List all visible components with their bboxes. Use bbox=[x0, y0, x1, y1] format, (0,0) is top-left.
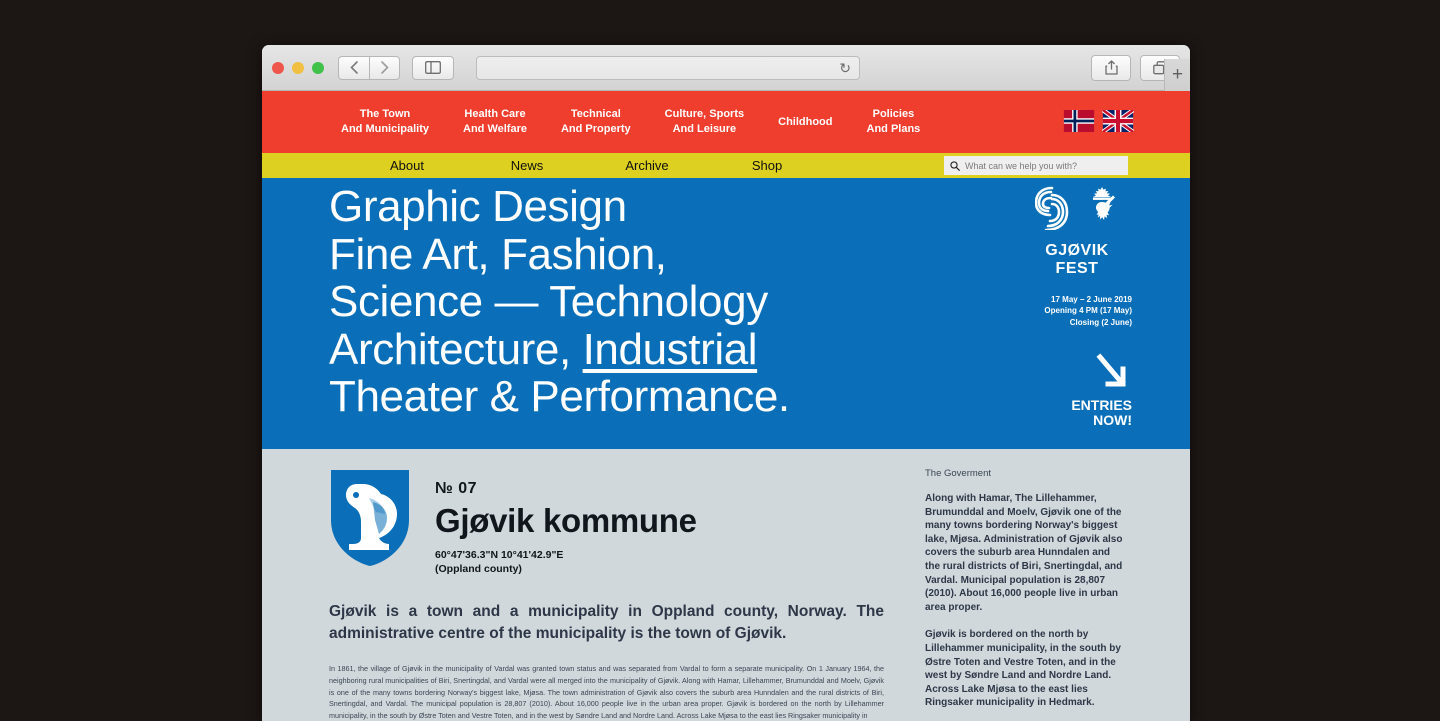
site-utility-bar: About News Archive Shop What can we help… bbox=[262, 153, 1190, 178]
hero-line-4-prefix: Architecture, bbox=[329, 324, 583, 374]
window-controls bbox=[272, 61, 324, 74]
sidebar-icon bbox=[425, 61, 441, 74]
nav-item-childhood[interactable]: Childhood bbox=[761, 115, 849, 130]
utility-link-news[interactable]: News bbox=[467, 158, 587, 173]
browser-window: ↻ + The Town And Municipality Health Car… bbox=[262, 45, 1190, 721]
site-primary-nav: The Town And Municipality Health Care An… bbox=[262, 91, 1190, 153]
kommune-number: № 07 bbox=[435, 480, 478, 497]
browser-toolbar: ↻ + bbox=[262, 45, 1190, 91]
address-bar[interactable]: ↻ bbox=[476, 55, 860, 80]
lead-paragraph: Gjøvik is a town and a municipality in O… bbox=[329, 603, 884, 643]
back-button[interactable] bbox=[338, 55, 369, 80]
coordinates: 60°47'36.3"N 10°41'42.9"E (Oppland count… bbox=[435, 549, 564, 575]
utility-link-shop[interactable]: Shop bbox=[707, 158, 827, 173]
new-tab-button[interactable]: + bbox=[1164, 59, 1190, 91]
maximize-window-button[interactable] bbox=[312, 61, 324, 74]
entries-block[interactable]: ENTRIES NOW! bbox=[1022, 353, 1132, 429]
title-row: № 07 Gjøvik kommune 60°47'36.3"N 10°41'4… bbox=[329, 468, 884, 576]
navigation-buttons bbox=[338, 55, 400, 80]
title-text: № 07 Gjøvik kommune 60°47'36.3"N 10°41'4… bbox=[435, 468, 697, 576]
fest-title: GJØVIK FEST bbox=[1045, 242, 1109, 278]
primary-nav-list: The Town And Municipality Health Care An… bbox=[262, 107, 937, 137]
minimize-window-button[interactable] bbox=[292, 61, 304, 74]
chevron-left-icon bbox=[350, 61, 358, 74]
side-paragraph-2: Gjøvik is bordered on the north by Lille… bbox=[925, 629, 1121, 709]
hero-headline: Graphic Design Fine Art, Fashion, Scienc… bbox=[329, 183, 790, 421]
norway-flag-icon[interactable] bbox=[1063, 110, 1095, 132]
search-input[interactable]: What can we help you with? bbox=[944, 156, 1128, 175]
hero-line-2: Fine Art, Fashion, bbox=[329, 229, 667, 279]
reload-icon[interactable]: ↻ bbox=[839, 61, 851, 75]
utility-link-archive[interactable]: Archive bbox=[587, 158, 707, 173]
language-flags bbox=[1063, 110, 1134, 132]
nav-item-health-care-and-welfare[interactable]: Health Care And Welfare bbox=[446, 107, 544, 137]
fest-dates: 17 May – 2 June 2019 Opening 4 PM (17 Ma… bbox=[1044, 294, 1132, 327]
chevron-right-icon bbox=[380, 61, 389, 74]
hero-link-industrial[interactable]: Industrial bbox=[583, 325, 758, 374]
forward-button[interactable] bbox=[369, 55, 400, 80]
norway-lion-crest-icon bbox=[1093, 187, 1115, 220]
side-paragraph-1: Along with Hamar, The Lillehammer, Brumu… bbox=[925, 493, 1123, 613]
share-icon bbox=[1104, 60, 1118, 75]
nav-item-policies-and-plans[interactable]: Policies And Plans bbox=[850, 107, 938, 137]
hero-line-5: Theater & Performance. bbox=[329, 372, 790, 422]
fest-marks bbox=[1022, 186, 1132, 230]
nav-item-technical-and-property[interactable]: Technical And Property bbox=[544, 107, 648, 137]
toggle-sidebar-button[interactable] bbox=[412, 55, 454, 80]
united-kingdom-flag-icon[interactable] bbox=[1102, 110, 1134, 132]
kommune-name: Gjøvik kommune bbox=[435, 502, 697, 539]
utility-links: About News Archive Shop bbox=[262, 158, 827, 173]
share-button[interactable] bbox=[1091, 54, 1131, 81]
search-icon bbox=[950, 160, 960, 171]
arrow-down-right-icon bbox=[1096, 353, 1126, 387]
entries-text: ENTRIES NOW! bbox=[1071, 396, 1132, 429]
page-content: № 07 Gjøvik kommune 60°47'36.3"N 10°41'4… bbox=[262, 449, 1190, 721]
gjovik-coat-of-arms-icon bbox=[331, 470, 409, 566]
gjovik-fest-monogram-icon bbox=[1035, 186, 1069, 230]
hero-banner: Graphic Design Fine Art, Fashion, Scienc… bbox=[262, 178, 1190, 449]
hero-line-3: Science — Technology bbox=[329, 277, 768, 327]
hero-line-4: Architecture, Industrial bbox=[329, 324, 790, 374]
body-paragraph: In 1861, the village of Gjøvik in the mu… bbox=[329, 664, 884, 720]
side-column: The Goverment Along with Hamar, The Lill… bbox=[925, 468, 1125, 721]
hero-line-1: Graphic Design bbox=[329, 182, 627, 231]
fest-block: GJØVIK FEST 17 May – 2 June 2019 Opening… bbox=[1022, 186, 1132, 429]
nav-item-the-town-and-municipality[interactable]: The Town And Municipality bbox=[324, 107, 446, 137]
side-heading: The Goverment bbox=[925, 468, 991, 479]
close-window-button[interactable] bbox=[272, 61, 284, 74]
main-column: № 07 Gjøvik kommune 60°47'36.3"N 10°41'4… bbox=[329, 468, 884, 721]
search-placeholder: What can we help you with? bbox=[965, 160, 1078, 171]
utility-link-about[interactable]: About bbox=[347, 158, 467, 173]
nav-item-culture-sports-and-leisure[interactable]: Culture, Sports And Leisure bbox=[648, 107, 761, 137]
